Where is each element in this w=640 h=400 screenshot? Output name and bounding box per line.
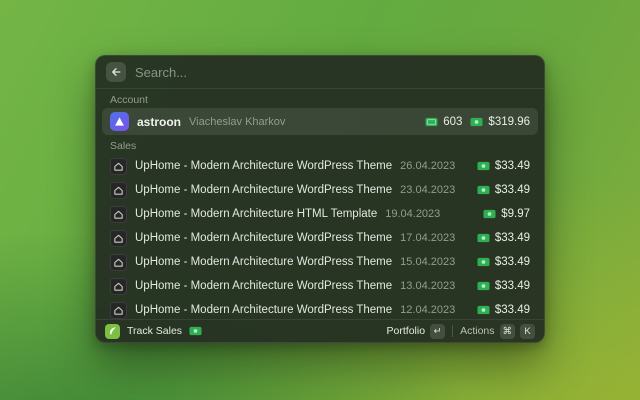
sale-title: UpHome - Modern Architecture WordPress T… — [135, 304, 393, 316]
sale-amount: $33.49 — [494, 160, 530, 172]
sale-row[interactable]: UpHome - Modern Architecture WordPress T… — [102, 274, 538, 298]
uphome-logo-icon — [110, 253, 127, 271]
sale-row[interactable]: UpHome - Modern Architecture WordPress T… — [102, 154, 538, 178]
sales-count-icon — [425, 117, 438, 127]
envato-leaf-icon — [105, 323, 120, 339]
banknote-icon — [477, 185, 490, 195]
sale-amount: $33.49 — [494, 256, 530, 268]
banknote-icon — [189, 326, 202, 336]
uphome-logo-icon — [110, 277, 127, 295]
sale-amount: $33.49 — [494, 280, 530, 292]
cmd-key-badge: ⌘ — [499, 323, 515, 339]
sale-row[interactable]: UpHome - Modern Architecture WordPress T… — [102, 298, 538, 319]
uphome-logo-icon — [110, 157, 127, 175]
sale-title: UpHome - Modern Architecture WordPress T… — [135, 184, 393, 196]
actions-button[interactable]: Actions ⌘ K — [460, 323, 535, 339]
sale-date: 26.04.2023 — [400, 160, 456, 172]
footer-bar: Track Sales Portfolio ↵ Actions ⌘ K — [96, 319, 544, 342]
uphome-logo-icon — [110, 301, 127, 319]
portfolio-label: Portfolio — [386, 325, 426, 337]
banknote-icon — [477, 161, 490, 171]
banknote-icon — [477, 257, 490, 267]
section-header-account: Account — [110, 94, 148, 106]
account-subtitle: Viacheslav Kharkov — [189, 115, 286, 128]
extension-name: Track Sales — [127, 325, 183, 337]
banknote-icon — [477, 281, 490, 291]
uphome-logo-icon — [110, 181, 127, 199]
sale-title: UpHome - Modern Architecture WordPress T… — [135, 256, 393, 268]
sale-date: 13.04.2023 — [400, 280, 456, 292]
search-input[interactable] — [135, 64, 534, 80]
sale-amount: $33.49 — [494, 232, 530, 244]
banknote-icon — [477, 233, 490, 243]
back-button[interactable] — [106, 62, 126, 82]
search-bar — [96, 56, 544, 88]
sale-date: 15.04.2023 — [400, 256, 456, 268]
uphome-logo-icon — [110, 205, 127, 223]
footer-divider — [452, 325, 454, 337]
sale-title: UpHome - Modern Architecture WordPress T… — [135, 160, 393, 172]
k-key-badge: K — [520, 323, 535, 339]
back-arrow-icon — [110, 66, 122, 78]
sale-row[interactable]: UpHome - Modern Architecture WordPress T… — [102, 250, 538, 274]
account-balance: $319.96 — [488, 115, 530, 128]
sale-date: 12.04.2023 — [400, 304, 456, 316]
section-header-sales: Sales — [110, 140, 137, 152]
sale-title: UpHome - Modern Architecture WordPress T… — [135, 232, 393, 244]
banknote-icon — [483, 209, 496, 219]
portfolio-button[interactable]: Portfolio ↵ — [386, 323, 446, 339]
sale-amount: $33.49 — [494, 304, 530, 316]
sale-row[interactable]: UpHome - Modern Architecture WordPress T… — [102, 226, 538, 250]
results-list: Account astroon Viacheslav Kharkov 603 $… — [96, 89, 544, 319]
sale-date: 23.04.2023 — [400, 184, 456, 196]
command-palette: Account astroon Viacheslav Kharkov 603 $… — [95, 55, 545, 343]
account-name: astroon — [137, 114, 182, 129]
sale-amount: $9.97 — [501, 208, 530, 220]
sale-row[interactable]: UpHome - Modern Architecture HTML Templa… — [102, 202, 538, 226]
account-row[interactable]: astroon Viacheslav Kharkov 603 $319.96 — [102, 108, 538, 135]
sale-amount: $33.49 — [494, 184, 530, 196]
sale-title: UpHome - Modern Architecture WordPress T… — [135, 280, 393, 292]
sale-row[interactable]: UpHome - Modern Architecture WordPress T… — [102, 178, 538, 202]
actions-label: Actions — [460, 325, 495, 337]
uphome-logo-icon — [110, 229, 127, 247]
banknote-icon — [477, 305, 490, 315]
sale-date: 19.04.2023 — [385, 208, 441, 220]
account-sales-count: 603 — [443, 115, 463, 128]
enter-key-badge: ↵ — [430, 323, 446, 339]
banknote-icon — [470, 117, 483, 127]
sale-date: 17.04.2023 — [400, 232, 456, 244]
sale-title: UpHome - Modern Architecture HTML Templa… — [135, 208, 378, 220]
astroon-logo-icon — [110, 112, 129, 131]
